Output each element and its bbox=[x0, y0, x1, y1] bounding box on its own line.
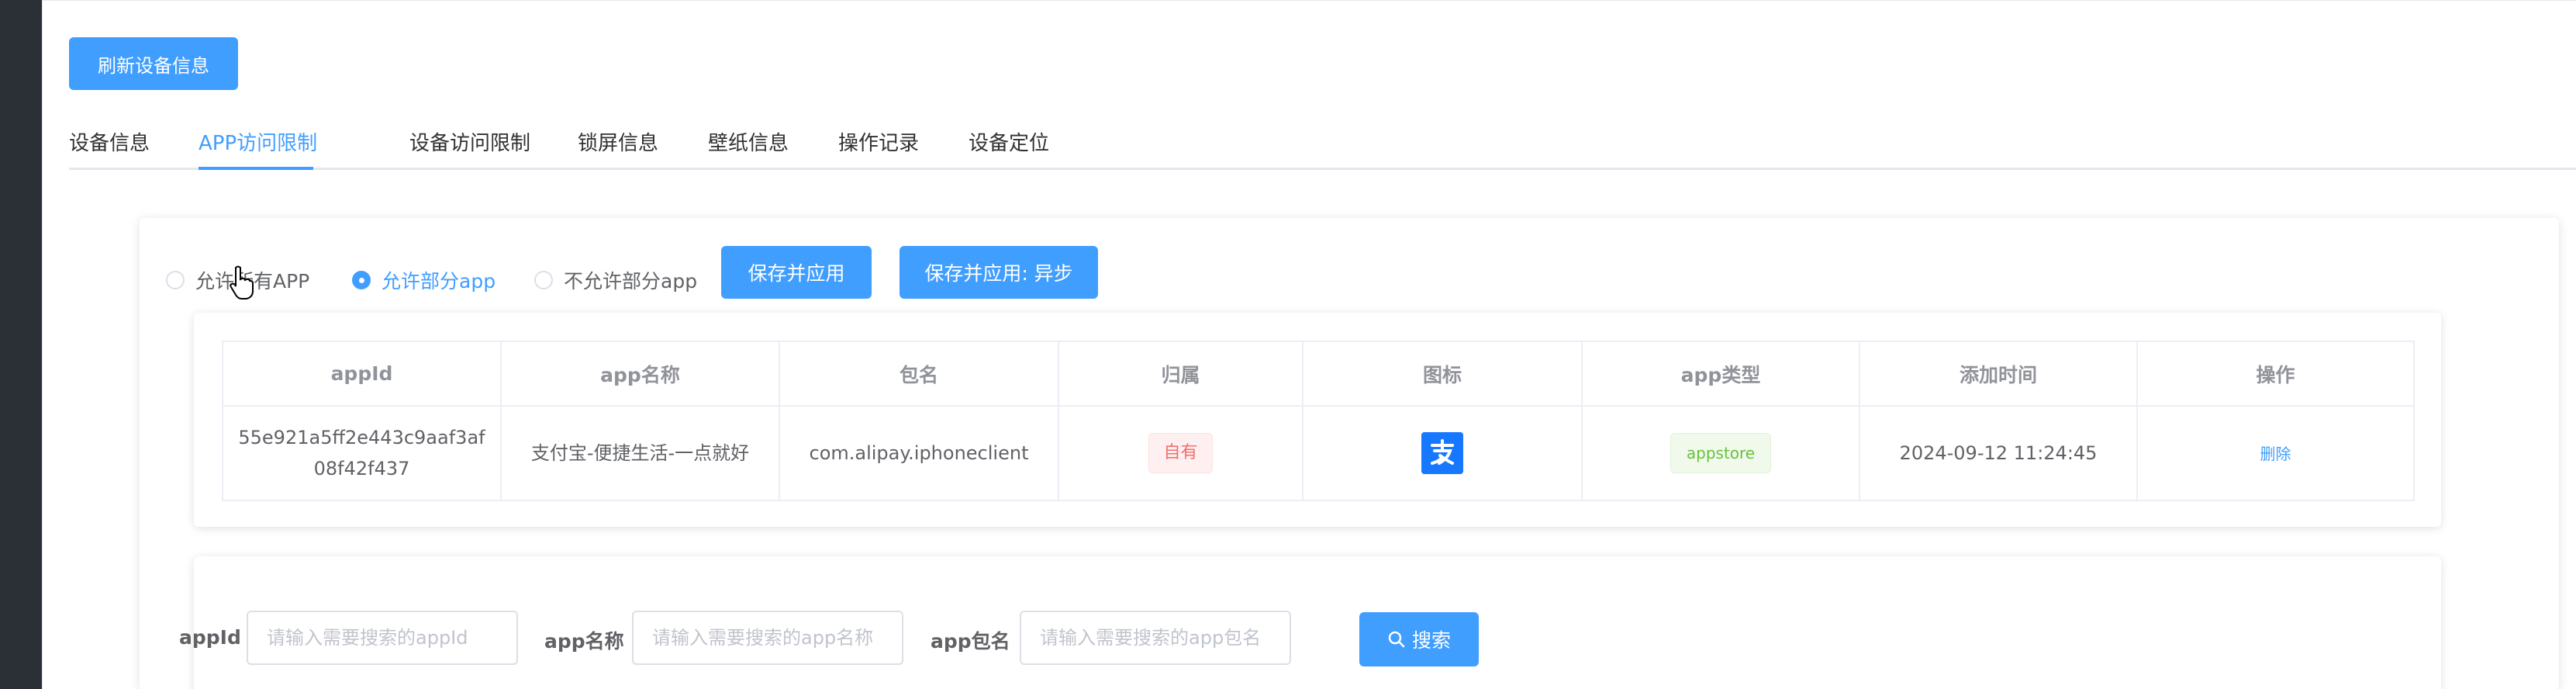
cell-icon bbox=[1302, 405, 1583, 501]
cell-app-type: appstore bbox=[1581, 405, 1860, 501]
save-apply-button[interactable]: 保存并应用 bbox=[721, 246, 872, 299]
appid-search-label: appId bbox=[179, 626, 241, 649]
app-window: 刷新设备信息 设备信息 APP访问限制 设备访问限制 锁屏信息 壁纸信息 操作记… bbox=[0, 0, 2576, 689]
save-apply-async-button[interactable]: 保存并应用: 异步 bbox=[900, 246, 1098, 299]
tab-wallpaper[interactable]: 壁纸信息 bbox=[708, 117, 789, 170]
tab-device-location[interactable]: 设备定位 bbox=[969, 117, 1049, 170]
tab-bar: 设备信息 APP访问限制 设备访问限制 锁屏信息 壁纸信息 操作记录 设备定位 bbox=[69, 117, 2576, 170]
column-header: appId bbox=[222, 341, 502, 407]
table-header-row: appId app名称 包名 归属 图标 app类型 添加时间 操作 bbox=[222, 341, 2415, 407]
column-header: 操作 bbox=[2136, 341, 2415, 407]
owner-tag: 自有 bbox=[1148, 433, 1213, 473]
radio-disallow-some[interactable]: 不允许部分app bbox=[534, 266, 697, 294]
column-header: 包名 bbox=[779, 341, 1059, 407]
device-detail-panel: 刷新设备信息 设备信息 APP访问限制 设备访问限制 锁屏信息 壁纸信息 操作记… bbox=[42, 0, 2576, 689]
radio-dot bbox=[534, 271, 553, 289]
column-header: 归属 bbox=[1058, 341, 1304, 407]
search-card bbox=[194, 556, 2441, 689]
column-header: app类型 bbox=[1581, 341, 1860, 407]
bundle-search-input[interactable] bbox=[1020, 611, 1291, 665]
delete-link[interactable]: 删除 bbox=[2260, 445, 2291, 463]
search-button-label: 搜索 bbox=[1411, 629, 1451, 652]
tab-device-access-limit[interactable]: 设备访问限制 bbox=[409, 117, 530, 170]
cell-appid: 55e921a5ff2e443c9aaf3af08f42f437 bbox=[222, 405, 502, 501]
radio-dot bbox=[352, 271, 371, 289]
cell-owner: 自有 bbox=[1058, 405, 1304, 501]
radio-dot bbox=[166, 271, 185, 289]
app-table-card: appId app名称 包名 归属 图标 app类型 添加时间 操作 55e92 bbox=[194, 313, 2441, 527]
appid-search-input[interactable] bbox=[247, 611, 518, 665]
app-type-tag: appstore bbox=[1670, 433, 1772, 473]
app-table: appId app名称 包名 归属 图标 app类型 添加时间 操作 55e92 bbox=[222, 341, 2415, 501]
column-header: 图标 bbox=[1302, 341, 1583, 407]
alipay-icon bbox=[1421, 432, 1463, 474]
app-name-search-input[interactable] bbox=[632, 611, 903, 665]
table-row: 55e921a5ff2e443c9aaf3af08f42f437 支付宝-便捷生… bbox=[222, 405, 2415, 501]
cell-actions: 删除 bbox=[2136, 405, 2415, 501]
search-button[interactable]: 搜索 bbox=[1359, 612, 1479, 666]
search-icon bbox=[1388, 631, 1405, 648]
cell-app-name: 支付宝-便捷生活-一点就好 bbox=[500, 405, 780, 501]
hand-cursor-icon bbox=[230, 265, 254, 299]
column-header: app名称 bbox=[500, 341, 780, 407]
bundle-search-label: app包名 bbox=[931, 630, 1010, 653]
tab-lock-screen[interactable]: 锁屏信息 bbox=[578, 117, 658, 170]
column-header: 添加时间 bbox=[1859, 341, 2138, 407]
active-tab-indicator bbox=[199, 167, 313, 170]
app-name-search-label: app名称 bbox=[544, 630, 624, 653]
tab-device-info[interactable]: 设备信息 bbox=[69, 117, 150, 170]
radio-label: 允许部分app bbox=[382, 270, 496, 293]
refresh-device-button[interactable]: 刷新设备信息 bbox=[69, 37, 238, 90]
tab-app-access-limit[interactable]: APP访问限制 bbox=[199, 117, 317, 170]
cell-bundle-id: com.alipay.iphoneclient bbox=[779, 405, 1059, 501]
tab-operation-log[interactable]: 操作记录 bbox=[838, 117, 919, 170]
radio-allow-some[interactable]: 允许部分app bbox=[352, 266, 496, 294]
radio-label: 不允许部分app bbox=[564, 270, 698, 293]
cell-added-time: 2024-09-12 11:24:45 bbox=[1859, 405, 2138, 501]
